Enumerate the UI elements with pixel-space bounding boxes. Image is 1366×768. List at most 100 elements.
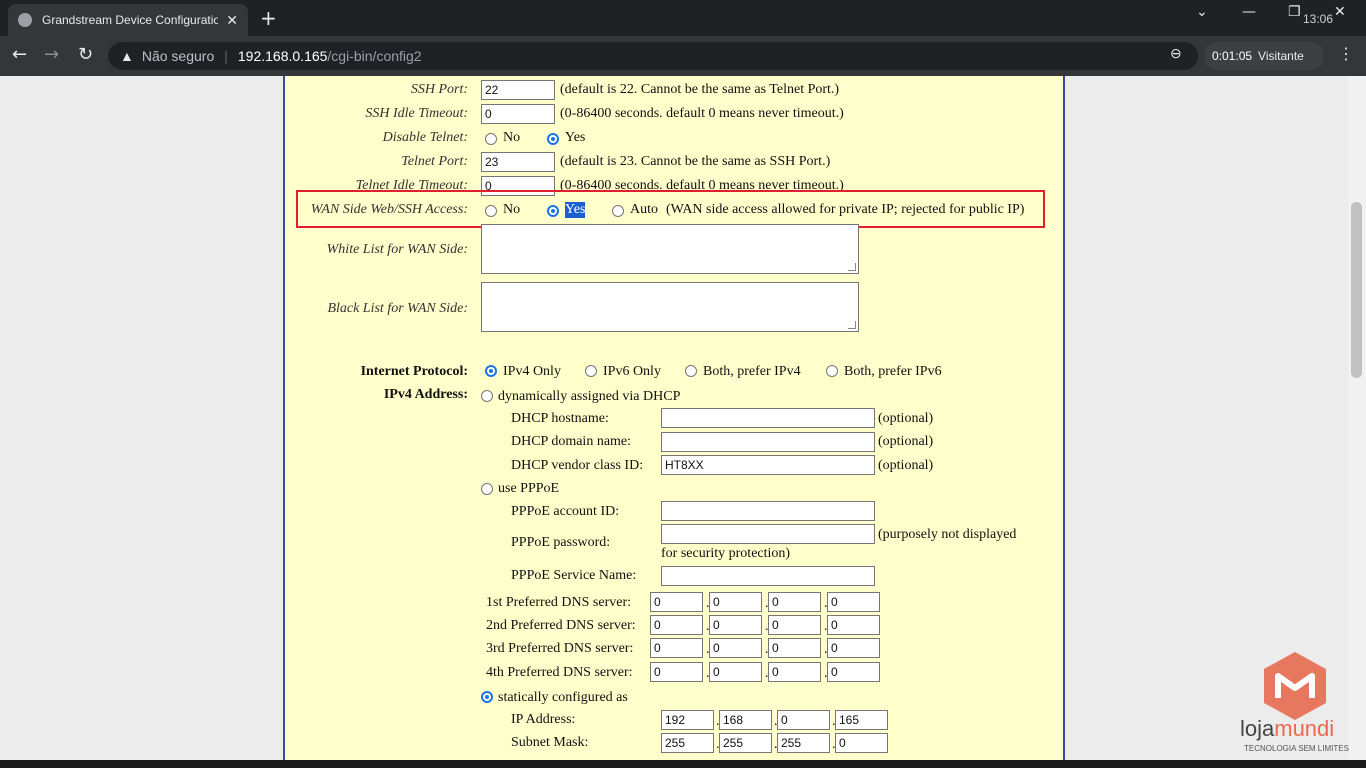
dns-3-octet-3[interactable]: 0	[768, 638, 821, 658]
protocol-ipv6-only-radio[interactable]	[585, 365, 597, 377]
ip-address-octet-3[interactable]: 0	[777, 710, 830, 730]
white-list-textarea[interactable]	[481, 224, 859, 274]
ssh-idle-timeout-note: (0-86400 seconds. default 0 means never …	[560, 106, 844, 121]
ip-address-label: IP Address:	[511, 712, 576, 727]
ip-address-octet-4[interactable]: 165	[835, 710, 888, 730]
ssh-idle-timeout-input[interactable]: 0	[481, 104, 555, 124]
dns-1-octet-2[interactable]: 0	[709, 592, 762, 612]
subnet-mask-octet-1[interactable]: 255	[661, 733, 714, 753]
address-separator: |	[224, 48, 228, 64]
protocol-both-ipv4-radio[interactable]	[685, 365, 697, 377]
wan-access-auto-label: Auto	[630, 202, 658, 217]
wan-access-no-radio[interactable]	[485, 205, 497, 217]
dns-2-octet-4[interactable]: 0	[827, 615, 880, 635]
page-viewport: SSH Port: 22 (default is 22. Cannot be t…	[0, 76, 1348, 760]
clock-overlay: 13:06	[1303, 12, 1334, 26]
dns-1-octet-3[interactable]: 0	[768, 592, 821, 612]
dns-2-octet-2[interactable]: 0	[709, 615, 762, 635]
video-time: 0:01:05	[1212, 49, 1253, 63]
address-bar[interactable]: ▲ Não seguro | 192.168.0.165 /cgi-bin/co…	[108, 42, 1198, 70]
dhcp-vendor-input[interactable]: HT8XX	[661, 455, 875, 475]
dns-4-octet-2[interactable]: 0	[709, 662, 762, 682]
ipv4-static-radio[interactable]	[481, 691, 493, 703]
dns-1-octet-4[interactable]: 0	[827, 592, 880, 612]
pppoe-password-label: PPPoE password:	[511, 535, 611, 550]
ip-address-octet-2[interactable]: 168	[719, 710, 772, 730]
black-list-textarea[interactable]	[481, 282, 859, 332]
ipv4-dhcp-radio[interactable]	[481, 390, 493, 402]
protocol-both-ipv6-label: Both, prefer IPv6	[844, 364, 942, 379]
reload-icon[interactable]: ↻	[78, 44, 93, 65]
telnet-port-input[interactable]: 23	[481, 152, 555, 172]
tab-search-icon[interactable]: ⌄	[1196, 4, 1208, 20]
menu-kebab-icon[interactable]: ⋮	[1338, 44, 1354, 64]
restore-icon[interactable]: ❐	[1288, 4, 1301, 20]
browser-tab-strip: Grandstream Device Configuratio ✕ + ⌄ — …	[0, 0, 1366, 36]
dns-1-octet-1[interactable]: 0	[650, 592, 703, 612]
browser-toolbar: ← → ↻ ▲ Não seguro | 192.168.0.165 /cgi-…	[0, 36, 1366, 76]
dhcp-hostname-input[interactable]	[661, 408, 875, 428]
pppoe-password-input[interactable]	[661, 524, 875, 544]
ssh-port-input[interactable]: 22	[481, 80, 555, 100]
dhcp-domain-note: (optional)	[878, 434, 934, 449]
dns-4-octet-1[interactable]: 0	[650, 662, 703, 682]
protocol-both-ipv6-radio[interactable]	[826, 365, 838, 377]
browser-tab[interactable]: Grandstream Device Configuratio ✕	[8, 4, 248, 36]
protocol-ipv4-only-radio[interactable]	[485, 365, 497, 377]
security-label[interactable]: Não seguro	[142, 48, 214, 64]
close-window-button[interactable]: ✕	[1334, 4, 1346, 20]
tab-title: Grandstream Device Configuratio	[42, 13, 219, 27]
dns-4-octet-4[interactable]: 0	[827, 662, 880, 682]
logo-wordmark-part-2: mundi	[1274, 716, 1335, 741]
profile-button[interactable]: 0:01:05 Visitante	[1204, 42, 1324, 70]
tab-close-icon[interactable]: ✕	[226, 12, 238, 29]
globe-icon	[18, 13, 32, 27]
protocol-ipv4-only-label: IPv4 Only	[503, 364, 561, 379]
url-path: /cgi-bin/config2	[327, 48, 422, 64]
url-host: 192.168.0.165	[237, 48, 328, 64]
dns-2-octet-1[interactable]: 0	[650, 615, 703, 635]
wan-access-yes-label: Yes	[565, 202, 586, 218]
new-tab-button[interactable]: +	[260, 6, 277, 30]
dns-2-octet-3[interactable]: 0	[768, 615, 821, 635]
dns-3-octet-2[interactable]: 0	[709, 638, 762, 658]
ssh-port-label: SSH Port:	[410, 82, 468, 97]
dhcp-vendor-note: (optional)	[878, 458, 934, 473]
pppoe-account-input[interactable]	[661, 501, 875, 521]
scrollbar-thumb[interactable]	[1351, 202, 1362, 378]
pppoe-password-note-1: (purposely not displayed	[878, 527, 1017, 542]
disable-telnet-no-radio[interactable]	[485, 133, 497, 145]
zoom-icon[interactable]: ⊖	[1170, 46, 1182, 63]
ipv4-static-label: statically configured as	[498, 690, 628, 705]
wan-access-no-label: No	[503, 202, 521, 217]
dns-4-label: 4th Preferred DNS server:	[486, 665, 633, 680]
white-list-label: White List for WAN Side:	[326, 242, 468, 257]
forward-arrow-icon[interactable]: →	[44, 44, 59, 65]
pppoe-service-input[interactable]	[661, 566, 875, 586]
dhcp-domain-input[interactable]	[661, 432, 875, 452]
warning-icon: ▲	[120, 48, 134, 64]
disable-telnet-yes-radio[interactable]	[547, 133, 559, 145]
wan-access-auto-radio[interactable]	[612, 205, 624, 217]
hexagon-logo-icon	[1264, 652, 1326, 720]
subnet-mask-octet-4[interactable]: 0	[835, 733, 888, 753]
minimize-button[interactable]: —	[1242, 4, 1256, 20]
dns-3-octet-1[interactable]: 0	[650, 638, 703, 658]
subnet-mask-octet-2[interactable]: 255	[719, 733, 772, 753]
disable-telnet-label: Disable Telnet:	[382, 130, 468, 145]
logo-wordmark: lojamundi	[1240, 716, 1334, 742]
ip-address-octet-1[interactable]: 192	[661, 710, 714, 730]
wan-access-yes-radio[interactable]	[547, 205, 559, 217]
back-arrow-icon[interactable]: ←	[12, 44, 27, 65]
dns-3-octet-4[interactable]: 0	[827, 638, 880, 658]
telnet-port-note: (default is 23. Cannot be the same as SS…	[560, 154, 831, 169]
dns-1-label: 1st Preferred DNS server:	[486, 595, 632, 610]
dns-4-octet-3[interactable]: 0	[768, 662, 821, 682]
profile-label: Visitante	[1258, 49, 1304, 63]
logo-tagline: TECNOLOGIA SEM LIMITES	[1244, 744, 1349, 753]
ipv4-address-label: IPv4 Address:	[383, 387, 468, 402]
ipv4-pppoe-radio[interactable]	[481, 483, 493, 495]
pppoe-service-label: PPPoE Service Name:	[511, 568, 637, 583]
wan-access-label: WAN Side Web/SSH Access:	[310, 202, 468, 217]
subnet-mask-octet-3[interactable]: 255	[777, 733, 830, 753]
